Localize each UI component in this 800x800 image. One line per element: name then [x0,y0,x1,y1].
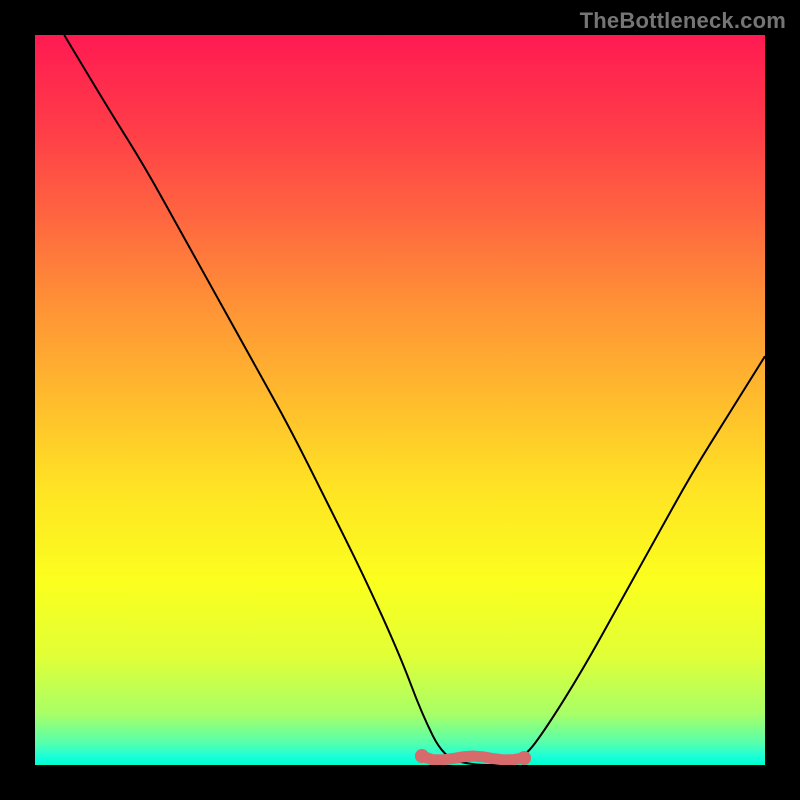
curve-layer [35,35,765,765]
optimal-range-dot-right [517,751,531,765]
optimal-range-band [422,756,524,760]
optimal-range-dot-left [415,749,429,763]
plot-area [35,35,765,765]
chart-container: TheBottleneck.com [0,0,800,800]
watermark-text: TheBottleneck.com [580,8,786,34]
bottleneck-curve [64,35,765,765]
